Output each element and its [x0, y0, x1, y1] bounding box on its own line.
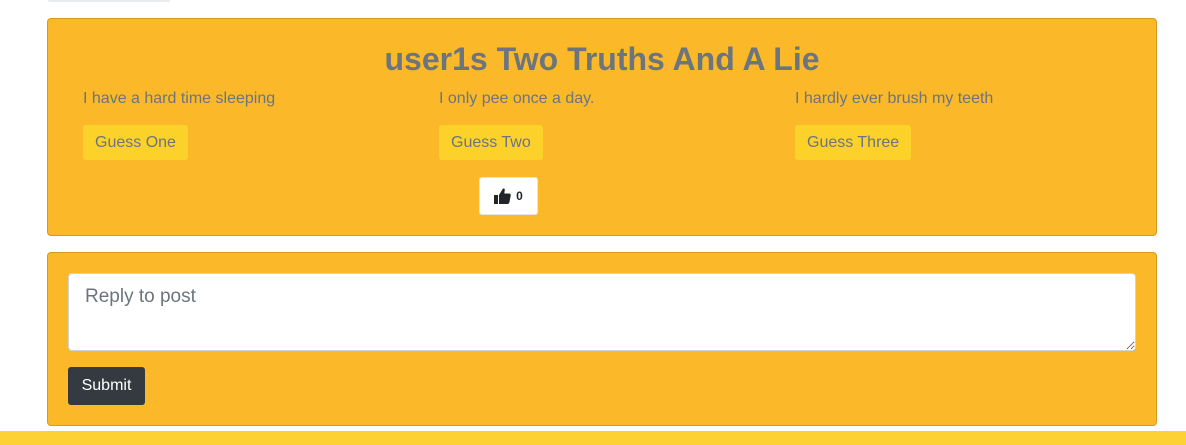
statement-three: I hardly ever brush my teeth [795, 90, 994, 107]
guess-one-button[interactable]: Guess One [83, 125, 188, 160]
submit-button[interactable]: Submit [68, 367, 145, 405]
statement-two: I only pee once a day. [439, 90, 595, 107]
post-title: user1s Two Truths And A Lie [384, 41, 820, 77]
reply-card: Submit [47, 252, 1157, 426]
thumbs-up-icon [494, 188, 511, 204]
previous-element-edge [48, 0, 170, 2]
like-count: 0 [516, 189, 523, 203]
guess-three-button[interactable]: Guess Three [795, 125, 912, 160]
reply-input[interactable] [68, 273, 1136, 351]
footer-bar [0, 431, 1186, 445]
page: user1s Two Truths And A Lie I have a har… [0, 0, 1186, 445]
like-button[interactable]: 0 [479, 177, 538, 215]
statement-one: I have a hard time sleeping [83, 90, 276, 107]
post-card: user1s Two Truths And A Lie I have a har… [47, 18, 1157, 236]
guess-two-button[interactable]: Guess Two [439, 125, 543, 160]
